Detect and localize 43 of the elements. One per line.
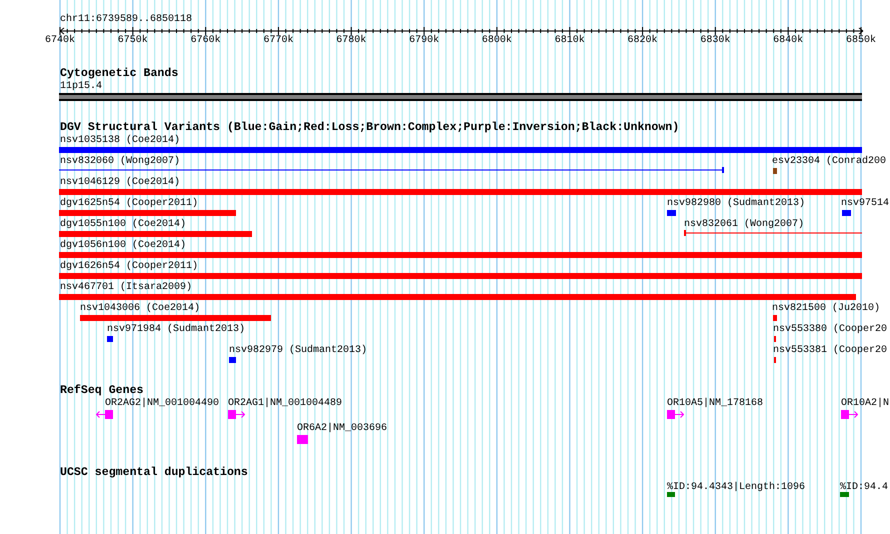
feature-label: OR10A2|N: [841, 398, 890, 410]
feature-label: nsv467701 (Itsara2009): [60, 282, 192, 294]
feature-label: nsv1043006 (Coe2014): [80, 303, 200, 315]
ruler-tick-label: 6790k: [409, 35, 440, 47]
ruler-tick-label: 6820k: [628, 35, 658, 47]
ruler-tick-label: 6830k: [700, 35, 730, 47]
ruler-tick-label: 6810k: [554, 35, 585, 47]
feature-label: OR10A5|NM_178168: [667, 398, 764, 410]
feature-label: nsv832060 (Wong2007): [60, 156, 180, 168]
feature-label: nsv982980 (Sudmant2013): [667, 198, 806, 210]
feature-label: nsv553381 (Cooper20: [773, 345, 888, 357]
track-title: RefSeq Genes: [60, 384, 144, 397]
feature-label: OR2AG2|NM_001004490: [105, 398, 220, 410]
feature-label: %ID:94.4343|Length:1096: [667, 482, 806, 494]
feature-label: nsv832061 (Wong2007): [684, 219, 804, 231]
ruler-tick-label: 6850k: [846, 35, 876, 47]
ruler-tick-label: 6750k: [118, 35, 148, 47]
track-title: Cytogenetic Bands: [60, 67, 178, 80]
feature-label: nsv982979 (Sudmant2013): [229, 345, 368, 357]
track-title: DGV Structural Variants (Blue:Gain;Red:Loss;Brown:Complex;Purple:Inversion;Black:Unknown): [60, 121, 680, 134]
feature-label: 11p15.4: [60, 81, 102, 93]
feature-label: nsv821500 (Ju2010): [772, 303, 880, 315]
feature-label: nsv971984 (Sudmant2013): [107, 324, 246, 336]
feature-label: dgv1625n54 (Cooper2011): [60, 198, 198, 210]
feature-label: nsv553380 (Cooper20: [773, 324, 888, 336]
ruler-tick-label: 6770k: [263, 35, 294, 47]
ruler-tick-label: 6840k: [773, 35, 804, 47]
ruler-tick-label: 6760k: [190, 35, 221, 47]
ruler-tick-label: 6780k: [336, 35, 366, 47]
feature-label: nsv97514: [841, 198, 890, 210]
feature-label: dgv1626n54 (Cooper2011): [60, 261, 198, 273]
feature-label: esv23304 (Conrad200: [772, 156, 886, 168]
feature-label: nsv1035138 (Coe2014): [60, 135, 180, 147]
ruler-tick-label: 6740k: [45, 35, 75, 47]
feature-label: dgv1056n100 (Coe2014): [60, 240, 186, 252]
feature-label: dgv1055n100 (Coe2014): [60, 219, 186, 231]
feature-label: OR2AG1|NM_001004489: [228, 398, 342, 410]
feature-label: nsv1046129 (Coe2014): [60, 177, 180, 189]
feature-label: %ID:94.4: [840, 482, 888, 494]
track-title: UCSC segmental duplications: [60, 466, 248, 479]
ruler-tick-label: 6800k: [482, 35, 512, 47]
region-title: chr11:6739589..6850118: [60, 14, 192, 26]
feature-label: OR6A2|NM_003696: [297, 423, 388, 435]
